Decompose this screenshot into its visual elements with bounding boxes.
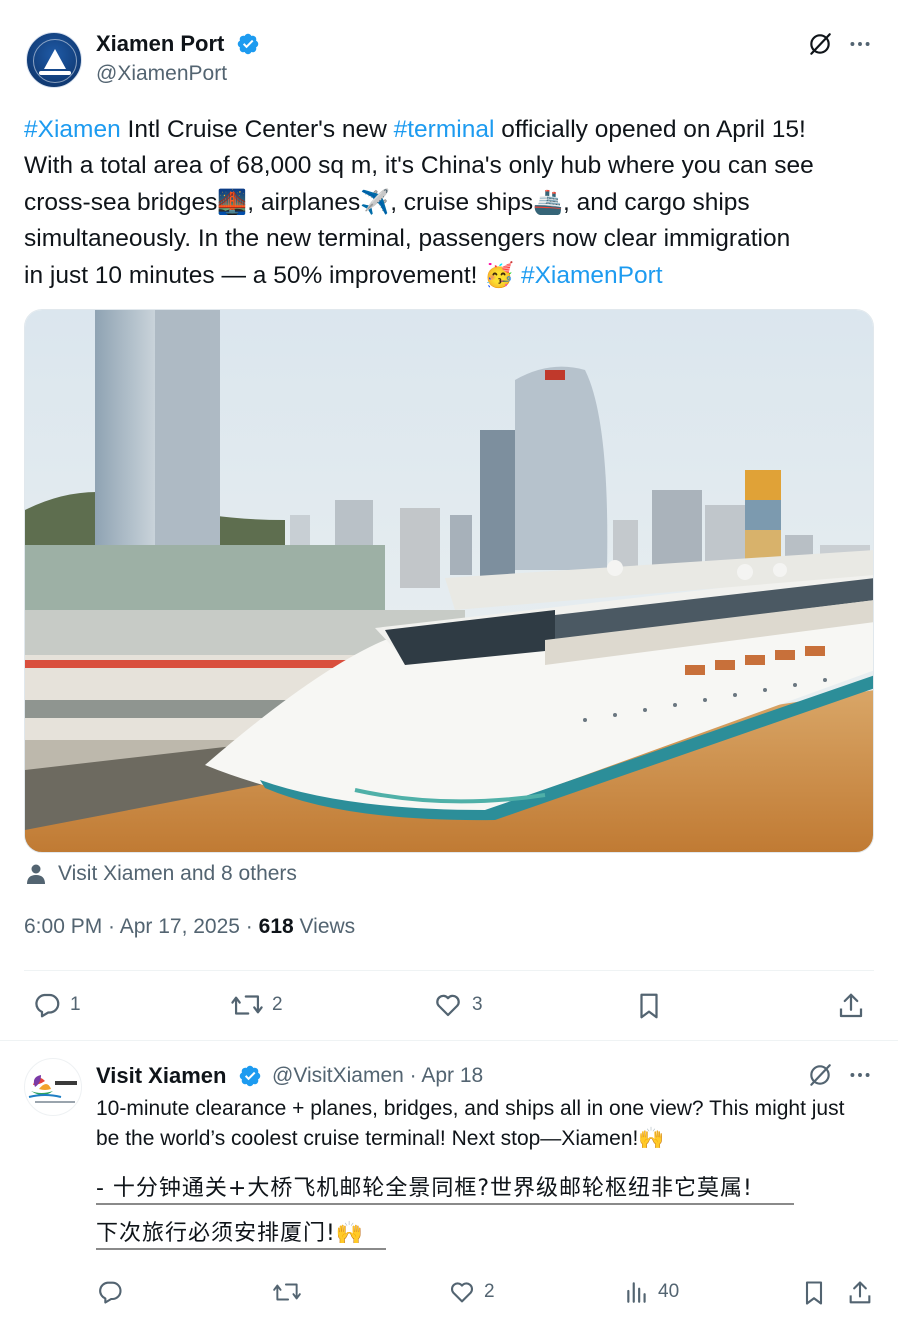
post-action-bar: 1 2 3 (0, 986, 898, 1030)
hashtag-xiamenport[interactable]: #XiamenPort (514, 262, 663, 289)
reply-action-bar: 2 40 (0, 1272, 898, 1312)
reply-button[interactable] (96, 1278, 132, 1306)
post-meta: 6:00 PM · Apr 17, 2025 · 618 Views (24, 915, 355, 939)
post-text: #Xiamen Intl Cruise Center's new #termin… (24, 112, 884, 294)
text-segment: , and cargo ships (563, 189, 750, 216)
more-icon[interactable] (846, 1061, 874, 1089)
views-count: 618 (258, 915, 294, 938)
visit-xiamen-logo (28, 1075, 77, 1103)
bookmark-icon (805, 1281, 823, 1305)
underline (96, 1248, 386, 1250)
tagged-people-label: Visit Xiamen and 8 others (58, 862, 297, 885)
reply-author-name[interactable]: Visit Xiamen (96, 1063, 226, 1089)
underline (96, 1203, 794, 1205)
like-count: 3 (472, 994, 483, 1015)
bookmark-button[interactable] (800, 1278, 836, 1308)
post-text-line-2: With a total area of 68,000 sq m, it's C… (24, 152, 814, 179)
hashtag-terminal[interactable]: #terminal (394, 116, 495, 143)
post-text-line-4: simultaneously. In the new terminal, pas… (24, 225, 791, 252)
post-text-line-5: in just 10 minutes — a 50% improvement! … (24, 257, 884, 294)
tagged-people[interactable]: Visit Xiamen and 8 others (24, 858, 297, 890)
divider (0, 1040, 898, 1041)
share-button[interactable] (836, 990, 874, 1022)
bookmark-icon (640, 993, 658, 1019)
author-name[interactable]: Xiamen Port (96, 31, 224, 57)
views-count: 40 (658, 1281, 680, 1302)
bridge-emoji: 🌉 (217, 188, 248, 216)
avatar-wave-shape (39, 71, 71, 75)
ship-emoji: 🚢 (533, 188, 564, 216)
more-icon[interactable] (846, 30, 874, 58)
text-segment: , airplanes (247, 189, 361, 216)
reply-icon (35, 993, 60, 1018)
airplane-emoji: ✈️ (360, 188, 391, 216)
grok-icon[interactable] (806, 30, 834, 58)
hashtag-xiamen[interactable]: #Xiamen (24, 116, 121, 143)
reply-author-handle[interactable]: @VisitXiamen · Apr 18 (272, 1064, 483, 1088)
like-button[interactable]: 3 (432, 990, 483, 1020)
repost-icon (273, 1283, 301, 1301)
person-icon (27, 864, 45, 884)
post-image[interactable] (24, 309, 874, 853)
like-count: 2 (484, 1281, 495, 1302)
text-segment: , cruise ships (390, 189, 534, 216)
like-button[interactable]: 2 (448, 1278, 495, 1306)
text-segment: cross-sea bridges (24, 189, 218, 216)
reply-icon (99, 1281, 122, 1304)
reply-chinese-line-2: 下次旅行必须安排厦门!🙌 (96, 1221, 365, 1246)
bookmark-button[interactable] (634, 990, 672, 1022)
share-icon (839, 993, 863, 1018)
post-timestamp[interactable]: 6:00 PM · Apr 17, 2025 · (24, 915, 259, 938)
share-icon (849, 1281, 871, 1304)
text-segment: Intl Cruise Center's new (120, 116, 394, 143)
repost-icon (231, 995, 263, 1015)
grok-icon[interactable] (806, 1061, 834, 1089)
share-button[interactable] (846, 1278, 882, 1308)
visit-xiamen-avatar[interactable] (24, 1058, 82, 1116)
reply-count: 1 (70, 994, 81, 1015)
verified-badge-icon (237, 33, 259, 55)
views-label: Views (293, 915, 356, 938)
repost-button[interactable] (272, 1278, 310, 1306)
cruise-terminal-photo (25, 310, 873, 852)
post-text-line-1: #Xiamen Intl Cruise Center's new #termin… (24, 112, 884, 148)
verified-badge-icon (239, 1065, 261, 1087)
xiamen-port-avatar[interactable] (26, 32, 82, 88)
text-segment: in just 10 minutes — a 50% improvement! (24, 262, 485, 289)
repost-count: 2 (272, 994, 283, 1015)
views-button[interactable]: 40 (624, 1278, 679, 1306)
repost-button[interactable]: 2 (230, 990, 283, 1020)
divider (24, 970, 874, 971)
reply-button[interactable]: 1 (32, 990, 81, 1020)
avatar-sail-shape (44, 49, 66, 69)
like-icon (450, 1282, 474, 1303)
views-icon (627, 1282, 646, 1303)
party-emoji: 🥳 (484, 261, 515, 289)
reply-chinese-line-1: - 十分钟通关+大桥飞机邮轮全景同框?世界级邮轮枢纽非它莫属! (96, 1176, 753, 1201)
reply-text: 10-minute clearance + planes, bridges, a… (96, 1097, 845, 1150)
post-text-line-3: cross-sea bridges🌉, airplanes✈️, cruise … (24, 184, 884, 221)
like-icon (436, 994, 460, 1017)
author-handle[interactable]: @XiamenPort (96, 62, 227, 86)
text-segment: officially opened on April 15! (494, 116, 806, 143)
